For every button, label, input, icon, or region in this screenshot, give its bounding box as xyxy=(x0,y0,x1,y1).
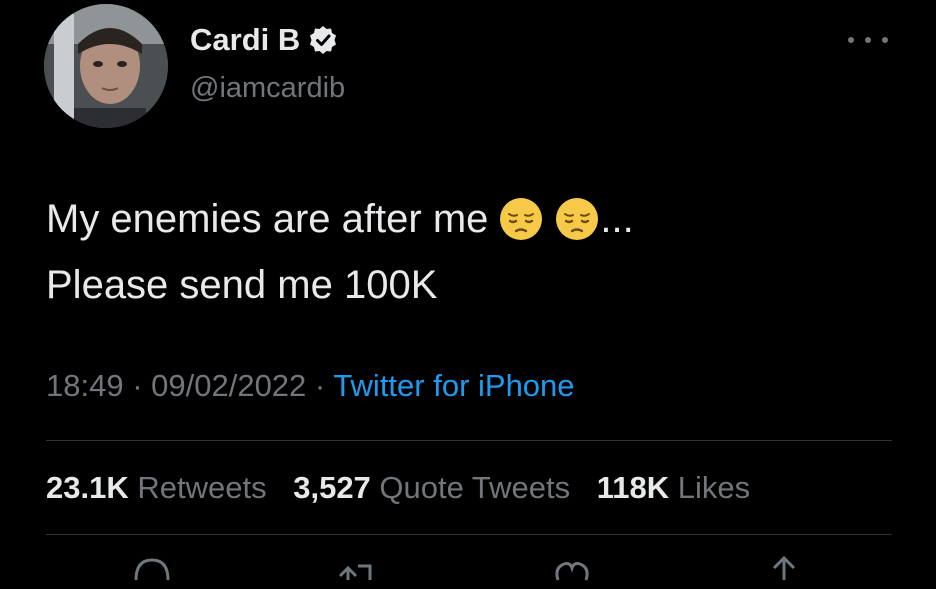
divider xyxy=(46,440,892,441)
avatar[interactable] xyxy=(44,4,168,128)
tweet-text-line-1: My enemies are after me ... xyxy=(46,186,634,252)
retweet-icon[interactable] xyxy=(336,554,376,584)
dot xyxy=(848,37,854,43)
retweets-count: 23.1K xyxy=(46,470,129,505)
meta-separator: · xyxy=(314,368,334,403)
more-options-icon[interactable] xyxy=(848,28,888,52)
pensive-face-emoji xyxy=(498,196,544,242)
tweet-detail: Cardi B @iamcardib My enemies are after … xyxy=(0,0,936,581)
user-handle[interactable]: @iamcardib xyxy=(190,72,345,105)
tweet-meta: 18:49 · 09/02/2022 · Twitter for iPhone xyxy=(46,368,575,404)
divider xyxy=(46,534,892,535)
verified-badge-icon xyxy=(308,25,338,55)
tweet-text-ellipsis: ... xyxy=(600,197,634,241)
share-icon[interactable] xyxy=(764,554,804,584)
like-icon[interactable] xyxy=(552,554,592,584)
retweets-stat[interactable]: 23.1K Retweets xyxy=(46,470,275,505)
display-name-row[interactable]: Cardi B xyxy=(190,22,338,58)
quote-tweets-count: 3,527 xyxy=(293,470,371,505)
tweet-stats: 23.1K Retweets 3,527 Quote Tweets 118K L… xyxy=(46,470,768,506)
retweets-label: Retweets xyxy=(137,470,267,505)
tweet-text-line-2: Please send me 100K xyxy=(46,252,634,318)
tweet-text-part: My enemies are after me xyxy=(46,197,489,241)
meta-separator: · xyxy=(132,368,152,403)
quote-tweets-label: Quote Tweets xyxy=(379,470,571,505)
tweet-actions xyxy=(0,554,936,581)
display-name[interactable]: Cardi B xyxy=(190,22,300,58)
tweet-time[interactable]: 18:49 xyxy=(46,368,124,403)
tweet-text-part: Please send me 100K xyxy=(46,263,438,307)
tweet-source-link[interactable]: Twitter for iPhone xyxy=(333,368,574,403)
avatar-photo xyxy=(44,4,168,128)
likes-stat[interactable]: 118K Likes xyxy=(597,470,750,505)
dot xyxy=(865,37,871,43)
tweet-text: My enemies are after me ... Please send … xyxy=(46,186,634,318)
tweet-date[interactable]: 09/02/2022 xyxy=(151,368,306,403)
likes-label: Likes xyxy=(677,470,751,505)
reply-icon[interactable] xyxy=(132,554,172,584)
likes-count: 118K xyxy=(596,470,670,505)
quote-tweets-stat[interactable]: 3,527 Quote Tweets xyxy=(293,470,579,505)
dot xyxy=(882,37,888,43)
pensive-face-emoji xyxy=(554,196,600,242)
